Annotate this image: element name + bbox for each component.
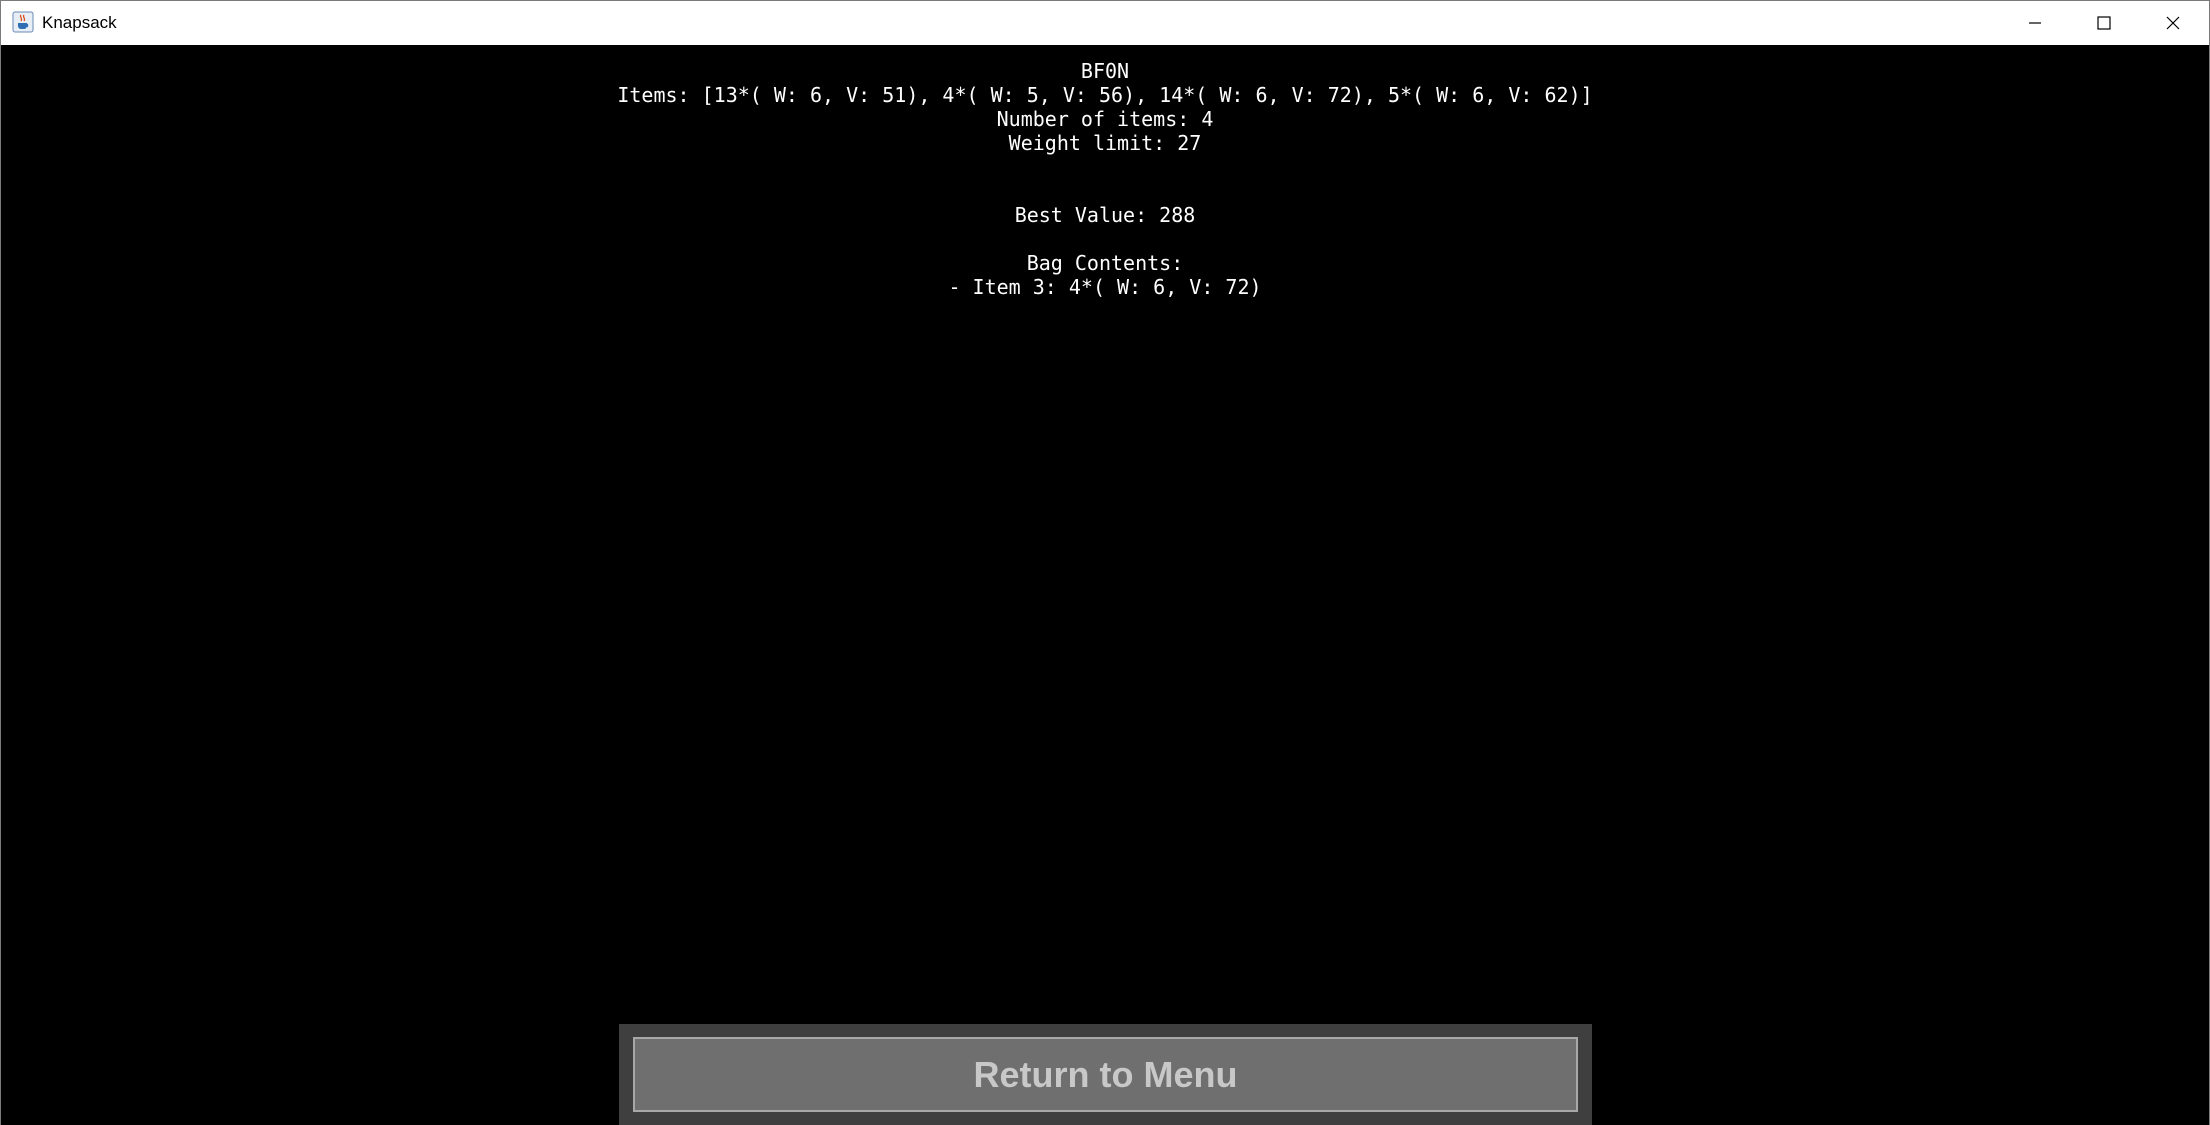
maximize-icon — [2096, 16, 2111, 30]
output-area: BF0N Items: [13*( W: 6, V: 51), 4*( W: 5… — [1, 45, 2209, 1125]
footer-panel: Return to Menu — [619, 1024, 1592, 1125]
title-bar[interactable]: Knapsack — [1, 1, 2209, 45]
best-value: Best Value: 288 — [1014, 203, 1196, 227]
close-icon — [2166, 16, 2179, 30]
app-window: Knapsack BF0N Items: [13*( W: 6, V: 51),… — [0, 0, 2210, 1125]
minimize-button[interactable] — [2000, 1, 2069, 45]
return-to-menu-button[interactable]: Return to Menu — [633, 1037, 1578, 1112]
bag-contents-heading: Bag Contents: — [1026, 251, 1184, 275]
maximize-button[interactable] — [2069, 1, 2138, 45]
items-line: Items: [13*( W: 6, V: 51), 4*( W: 5, V: … — [617, 83, 1593, 107]
close-button[interactable] — [2138, 1, 2207, 45]
algorithm-label: BF0N — [1080, 59, 1130, 83]
minimize-icon — [2028, 22, 2041, 24]
bag-content-item: - Item 3: 4*( W: 6, V: 72) — [948, 275, 1262, 299]
number-of-items: Number of items: 4 — [996, 107, 1214, 131]
weight-limit: Weight limit: 27 — [1008, 131, 1202, 155]
window-title: Knapsack — [42, 13, 117, 32]
java-cup-icon — [12, 11, 34, 33]
